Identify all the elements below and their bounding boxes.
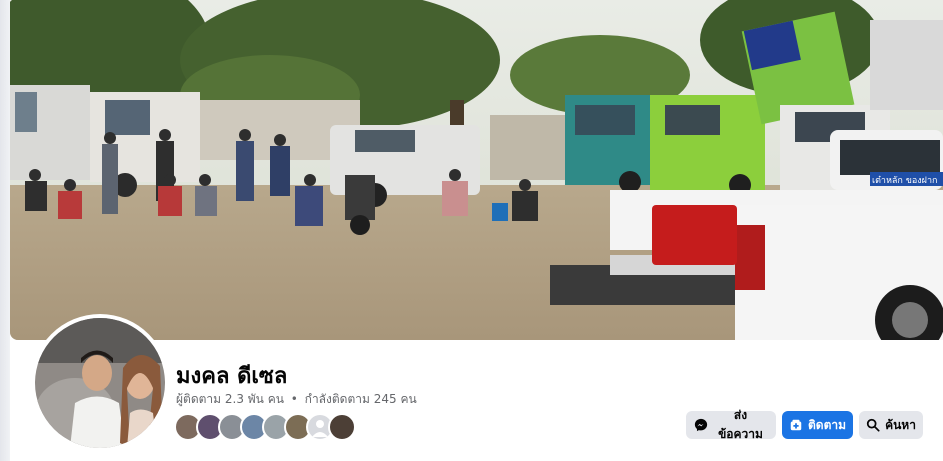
follow-label: ติดตาม xyxy=(807,417,847,432)
cover-photo[interactable]: เต๋าหลัก ของฝาก xyxy=(10,0,943,340)
search-icon xyxy=(866,418,880,432)
page-left-edge xyxy=(0,0,10,461)
cover-photo-image: เต๋าหลัก ของฝาก xyxy=(10,0,943,340)
follow-button[interactable]: ติดตาม xyxy=(782,411,853,439)
page-title: มงคล ดีเซล xyxy=(176,364,288,389)
stats-separator: • xyxy=(290,392,298,406)
profile-avatar-image xyxy=(35,318,165,448)
search-label: ค้นหา xyxy=(885,417,916,432)
follower-avatar[interactable] xyxy=(328,413,356,441)
followers-count-link[interactable]: ผู้ติดตาม 2.3 พัน คน xyxy=(176,392,284,406)
follower-avatars xyxy=(174,413,356,441)
cover-truck-sign: เต๋าหลัก ของฝาก xyxy=(872,175,937,186)
search-button[interactable]: ค้นหา xyxy=(859,411,923,439)
follow-icon xyxy=(790,419,802,431)
following-count-link[interactable]: กำลังติดตาม 245 คน xyxy=(305,392,417,406)
profile-avatar[interactable] xyxy=(35,318,165,448)
send-message-button[interactable]: ส่งข้อความ xyxy=(686,408,776,441)
send-message-label: ส่งข้อความ xyxy=(718,408,763,441)
messenger-icon xyxy=(694,418,708,432)
page-stats: ผู้ติดตาม 2.3 พัน คน • กำลังติดตาม 245 ค… xyxy=(176,390,417,409)
